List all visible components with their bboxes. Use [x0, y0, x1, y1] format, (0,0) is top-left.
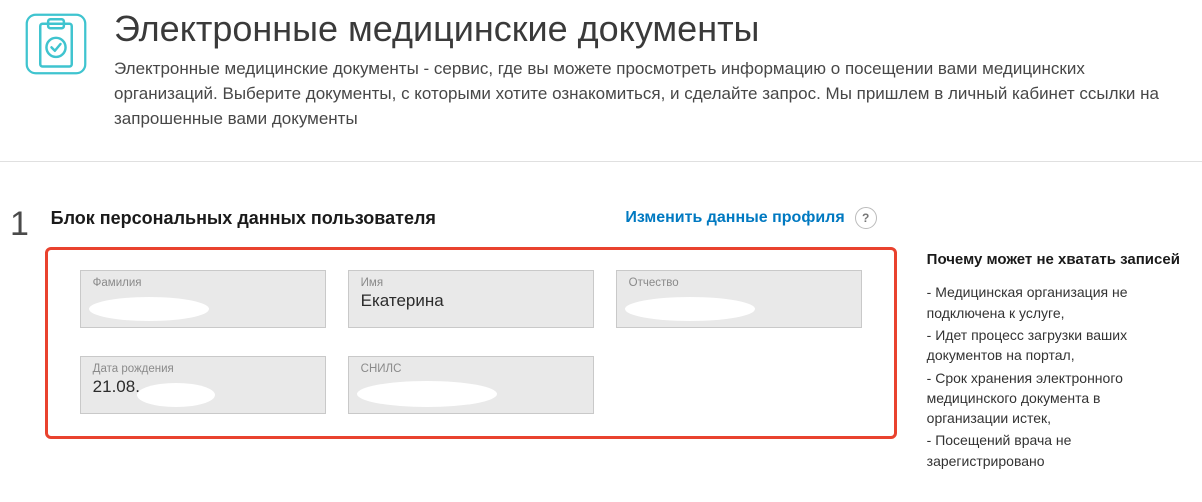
clipboard-check-icon: [20, 8, 92, 80]
field-label: СНИЛС: [361, 363, 581, 375]
sidebar: Почему может не хватать записей - Медици…: [927, 207, 1182, 473]
surname-field[interactable]: Фамилия: [80, 270, 326, 328]
page-header: Электронные медицинские документы Электр…: [0, 0, 1202, 162]
sidebar-list: - Медицинская организация не подключена …: [927, 282, 1182, 471]
edit-profile-link[interactable]: Изменить данные профиля: [625, 209, 844, 227]
field-value: Екатерина: [361, 291, 581, 311]
sidebar-heading: Почему может не хватать записей: [927, 251, 1182, 268]
list-item: - Срок хранения электронного медицинског…: [927, 368, 1182, 429]
field-label: Имя: [361, 277, 581, 289]
section-title: Блок персональных данных пользователя: [51, 208, 436, 229]
field-label: Фамилия: [93, 277, 313, 289]
personal-data-block: Фамилия Имя Екатерина Отчество Дата рожд…: [45, 247, 897, 439]
list-item: - Медицинская организация не подключена …: [927, 282, 1182, 323]
name-field[interactable]: Имя Екатерина: [348, 270, 594, 328]
step-number: 1: [10, 207, 45, 241]
help-icon[interactable]: ?: [855, 207, 877, 229]
page-title: Электронные медицинские документы: [114, 8, 1182, 49]
field-label: Дата рождения: [93, 363, 313, 375]
page-description: Электронные медицинские документы - серв…: [114, 57, 1174, 131]
snils-field[interactable]: СНИЛС: [348, 356, 594, 414]
list-item: - Идет процесс загрузки ваших документов…: [927, 325, 1182, 366]
dob-field[interactable]: Дата рождения 21.08.: [80, 356, 326, 414]
patronymic-field[interactable]: Отчество: [616, 270, 862, 328]
field-label: Отчество: [629, 277, 849, 289]
list-item: - Посещений врача не зарегистрировано: [927, 430, 1182, 471]
